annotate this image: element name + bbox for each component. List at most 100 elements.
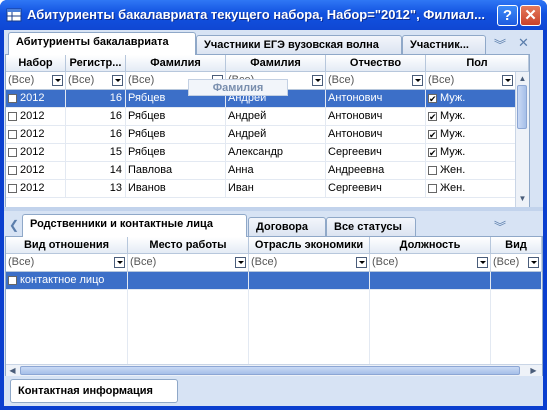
surname-cell: Иванов xyxy=(126,180,226,197)
top-tab-bar: Абитуриенты бакалавриата Участники ЕГЭ в… xyxy=(4,32,543,55)
table-row[interactable]: 2012 16 Рябцев Андрей Антонович Муж. xyxy=(6,126,516,144)
dropdown-arrow-icon[interactable] xyxy=(112,75,123,86)
filter-industry[interactable]: (Все) xyxy=(249,254,370,272)
help-button[interactable]: ? xyxy=(497,5,518,26)
scroll-up-icon[interactable]: ▲ xyxy=(517,73,528,84)
row-checkbox[interactable] xyxy=(8,94,17,103)
column-header-industry[interactable]: Отрасль экономики xyxy=(249,237,370,254)
tab-relatives-contacts[interactable]: Родственники и контактные лица xyxy=(22,214,247,237)
tab-ege-participants[interactable]: Участники ЕГЭ вузовская волна xyxy=(196,35,402,54)
dropdown-arrow-icon[interactable] xyxy=(528,257,539,268)
filter-relation[interactable]: (Все) xyxy=(6,254,128,272)
table-row[interactable]: 2012 16 Рябцев Андрей Антонович Муж. xyxy=(6,108,516,126)
row-checkbox[interactable] xyxy=(8,148,17,157)
dropdown-arrow-icon[interactable] xyxy=(114,257,125,268)
column-header-registration[interactable]: Регистр... xyxy=(66,55,126,72)
surname-value: Рябцев xyxy=(128,146,166,158)
nabor-cell: 2012 xyxy=(6,162,66,179)
column-header-patronymic[interactable]: Отчество xyxy=(326,55,426,72)
gender-checkbox[interactable] xyxy=(428,91,437,107)
nabor-cell: 2012 xyxy=(6,108,66,125)
column-header-kind[interactable]: Вид xyxy=(491,237,542,254)
filter-registration[interactable]: (Все) xyxy=(66,72,126,90)
filter-nabor[interactable]: (Все) xyxy=(6,72,66,90)
column-header-position[interactable]: Должность xyxy=(370,237,491,254)
tab-participants-more[interactable]: Участник... xyxy=(402,35,486,54)
filter-gender[interactable]: (Все) xyxy=(426,72,516,90)
table-row[interactable]: 2012 15 Рябцев Александр Сергеевич Муж. xyxy=(6,144,516,162)
scroll-down-icon[interactable]: ▼ xyxy=(517,193,528,204)
table-grid-icon xyxy=(6,8,22,22)
filter-patronymic[interactable]: (Все) xyxy=(326,72,426,90)
scroll-right-icon[interactable]: ▶ xyxy=(528,366,539,376)
registration-cell: 14 xyxy=(66,162,126,179)
scroll-left-icon[interactable]: ◀ xyxy=(7,366,18,376)
registration-value: 15 xyxy=(109,146,122,158)
dropdown-arrow-icon[interactable] xyxy=(356,257,367,268)
chevron-down-icon[interactable]: ︾ xyxy=(494,36,506,53)
vertical-scrollbar[interactable]: ▲ ▼ xyxy=(515,72,529,207)
surname-cell: Рябцев xyxy=(126,126,226,143)
chevron-down-icon[interactable]: ︾ xyxy=(494,218,506,235)
patronymic-value: Антонович xyxy=(328,92,383,104)
gender-checkbox[interactable] xyxy=(428,109,437,125)
chevron-left-icon[interactable]: ❮ xyxy=(9,218,19,232)
column-divider xyxy=(369,290,370,365)
table-row[interactable]: контактное лицо xyxy=(6,272,542,290)
surname-value: Рябцев xyxy=(128,92,166,104)
column-divider xyxy=(248,290,249,365)
patronymic-cell: Антонович xyxy=(326,90,426,107)
column-divider xyxy=(127,290,128,365)
table-row[interactable]: 2012 14 Павлова Анна Андреевна Жен. xyxy=(6,162,516,180)
dropdown-arrow-icon[interactable] xyxy=(502,75,513,86)
close-button[interactable]: ✕ xyxy=(520,5,541,26)
scrollbar-thumb[interactable] xyxy=(20,366,520,375)
nabor-cell: 2012 xyxy=(6,90,66,107)
industry-cell xyxy=(249,272,370,289)
row-checkbox[interactable] xyxy=(8,276,17,285)
surname-value: Иванов xyxy=(128,182,166,194)
close-tab-icon[interactable]: ✕ xyxy=(518,35,529,51)
pane-splitter[interactable] xyxy=(4,207,543,211)
bottom-tab-bar: ❮ Родственники и контактные лица Договор… xyxy=(4,214,543,237)
tab-applicants-bachelor[interactable]: Абитуриенты бакалавриата xyxy=(8,32,196,55)
row-checkbox[interactable] xyxy=(8,112,17,121)
bottom-tab-strip: Контактная информация xyxy=(4,376,543,406)
column-header-surname[interactable]: Фамилия xyxy=(126,55,226,72)
gender-checkbox[interactable] xyxy=(428,127,437,143)
scrollbar-thumb[interactable] xyxy=(517,85,527,129)
column-header-name[interactable]: Фамилия xyxy=(226,55,326,72)
column-header-gender[interactable]: Пол xyxy=(426,55,529,72)
position-cell xyxy=(370,272,491,289)
tab-contact-information[interactable]: Контактная информация xyxy=(10,379,178,403)
gender-cell: Муж. xyxy=(426,144,516,161)
row-checkbox[interactable] xyxy=(8,166,17,175)
registration-value: 16 xyxy=(109,128,122,140)
dropdown-arrow-icon[interactable] xyxy=(477,257,488,268)
filter-position[interactable]: (Все) xyxy=(370,254,491,272)
dropdown-arrow-icon[interactable] xyxy=(312,75,323,86)
table-row[interactable]: 2012 13 Иванов Иван Сергеевич Жен. xyxy=(6,180,516,198)
dropdown-arrow-icon[interactable] xyxy=(235,257,246,268)
filter-kind[interactable]: (Все) xyxy=(491,254,542,272)
dropdown-arrow-icon[interactable] xyxy=(52,75,63,86)
column-header-nabor[interactable]: Набор xyxy=(6,55,66,72)
tab-all-statuses[interactable]: Все статусы xyxy=(326,217,416,236)
patronymic-value: Сергеевич xyxy=(328,182,382,194)
dropdown-arrow-icon[interactable] xyxy=(412,75,423,86)
column-drag-hint: Фамилия xyxy=(188,79,288,96)
column-header-relation[interactable]: Вид отношения xyxy=(6,237,128,254)
gender-checkbox[interactable] xyxy=(428,166,437,175)
surname-value: Рябцев xyxy=(128,110,166,122)
nabor-cell: 2012 xyxy=(6,144,66,161)
filter-workplace[interactable]: (Все) xyxy=(128,254,249,272)
gender-checkbox[interactable] xyxy=(428,184,437,193)
row-checkbox[interactable] xyxy=(8,130,17,139)
nabor-value: 2012 xyxy=(20,182,45,194)
tab-contracts[interactable]: Договора xyxy=(248,217,326,236)
title-bar[interactable]: Абитуриенты бакалавриата текущего набора… xyxy=(0,0,547,30)
column-header-workplace[interactable]: Место работы xyxy=(128,237,249,254)
gender-checkbox[interactable] xyxy=(428,145,437,161)
row-checkbox[interactable] xyxy=(8,184,17,193)
filter-value: (Все) xyxy=(328,74,355,86)
